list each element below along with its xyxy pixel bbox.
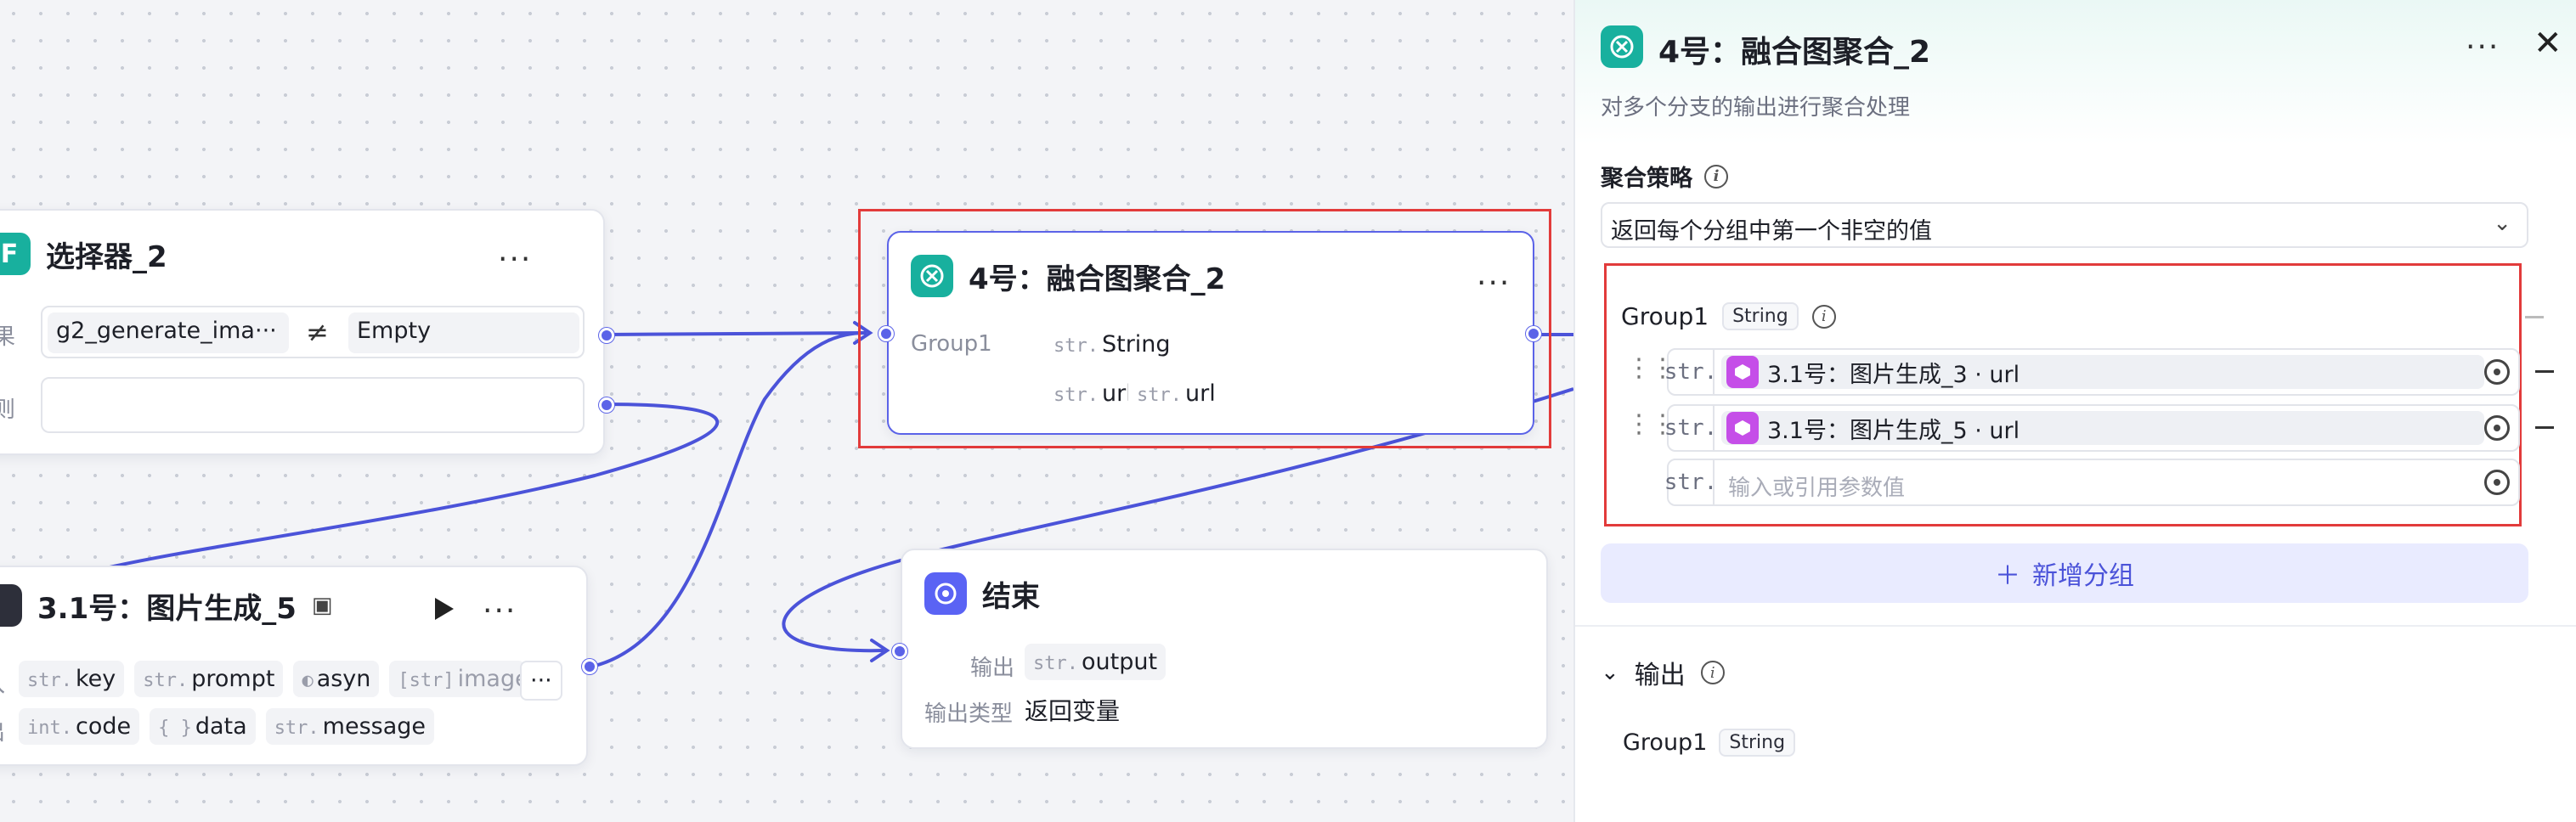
info-icon[interactable]: i — [1700, 661, 1725, 684]
output-chip: { } data — [150, 708, 256, 745]
close-icon[interactable]: ✕ — [2534, 24, 2562, 63]
output-item: Group1 String — [1623, 729, 1796, 757]
chevron-down-icon: ⌄ — [2493, 211, 2511, 236]
image-gen-title: 3.1号：图片生成_5 — [37, 591, 297, 626]
output-type-badge: String — [1719, 729, 1796, 757]
image-gen-outputs-label: 出 — [0, 715, 5, 746]
ref-tag[interactable]: 3.1号：图片生成_5 · url — [1721, 411, 2484, 445]
aggregate-ref-chip: str. url — [1045, 375, 1141, 412]
end-node[interactable]: 结束 输出 str. output 输出类型 返回变量 — [892, 549, 1548, 749]
group-ref-row[interactable]: str. 3.1号：图片生成_5 · url — [1664, 404, 2520, 452]
else-box[interactable] — [41, 377, 585, 433]
variable-picker-icon[interactable] — [2484, 359, 2510, 385]
aggregate-node-icon — [911, 255, 953, 297]
condition-left[interactable]: g2_generate_ima··· — [48, 312, 289, 353]
aggregate-node-title: 4号：融合图聚合_2 — [969, 262, 1226, 296]
group-header: Group1 String i — [1621, 302, 1836, 330]
play-icon[interactable] — [435, 598, 454, 620]
ref-tag[interactable]: 3.1号：图片生成_3 · url — [1721, 355, 2484, 389]
more-icon[interactable]: ··· — [483, 596, 517, 627]
panel-node-icon — [1601, 25, 1643, 68]
plugin-icon: ▣ — [311, 593, 333, 618]
end-type-value: 返回变量 — [1025, 697, 1121, 725]
info-icon[interactable]: i — [1811, 304, 1836, 329]
group-name: Group1 — [1621, 302, 1709, 330]
panel-divider — [1575, 625, 2576, 627]
image-gen-node[interactable]: 3.1号：图片生成_5 ▣ ··· 入 str.key str.prompt ◐… — [0, 566, 597, 766]
image-gen-port-out[interactable] — [582, 659, 597, 674]
input-chip: str. prompt — [134, 661, 284, 697]
info-icon[interactable]: i — [1704, 164, 1728, 189]
image-gen-icon — [0, 584, 22, 627]
end-node-title: 结束 — [982, 579, 1040, 614]
aggregate-port-out[interactable] — [1526, 326, 1541, 341]
aggregate-type-chip: str. String — [1045, 326, 1179, 363]
output-chip: int. code — [19, 708, 140, 745]
end-output-chip: str. output — [1025, 644, 1167, 680]
edge-selector-to-aggregate — [604, 331, 867, 336]
strategy-label-row: 聚合策略 i — [1601, 160, 1728, 193]
image-node-icon — [1726, 356, 1759, 388]
end-node-icon — [924, 572, 967, 615]
more-icon[interactable]: ··· — [498, 245, 532, 275]
input-chip: [str]image_url — [389, 661, 526, 697]
selector-port-else[interactable] — [599, 397, 614, 413]
selector-port-if[interactable] — [599, 328, 614, 343]
edge-image-to-aggregate — [587, 331, 867, 669]
aggregate-port-in[interactable] — [878, 326, 894, 341]
image-gen-inputs-label: 入 — [0, 667, 5, 699]
panel-title[interactable]: 4号：融合图聚合_2 — [1658, 27, 1930, 71]
variable-picker-icon[interactable] — [2484, 470, 2510, 495]
remove-row-icon[interactable] — [2535, 370, 2554, 373]
group-type-badge: String — [1722, 302, 1799, 330]
strategy-select[interactable]: 返回每个分组中第一个非空的值 ⌄ — [1601, 202, 2528, 248]
aggregate-group-label: Group1 — [911, 331, 992, 357]
group-remove-icon[interactable] — [2525, 316, 2544, 318]
end-output-label: 输出 — [970, 656, 1015, 681]
add-group-button[interactable]: ＋ 新增分组 — [1601, 543, 2528, 603]
selector-title: 选择器_2 — [46, 239, 167, 274]
inputs-overflow[interactable]: ··· — [520, 661, 562, 701]
arrow-end — [870, 639, 890, 662]
selector-else-label: 否则 — [0, 397, 16, 423]
aggregate-node[interactable]: 4号：融合图聚合_2 ··· Group1 str. String str. url… — [878, 231, 1541, 435]
new-ref-input[interactable]: str. 输入或引用参数值 — [1664, 459, 2520, 506]
variable-picker-icon[interactable] — [2484, 415, 2510, 441]
selector-icon: F — [0, 233, 31, 275]
more-icon[interactable]: ··· — [1477, 268, 1511, 299]
input-chip: str. key — [19, 661, 125, 697]
workflow-canvas[interactable]: F 选择器_2 ··· 结果 g2_generate_ima··· ≠ Empt… — [0, 0, 1573, 822]
remove-row-icon[interactable] — [2535, 426, 2554, 429]
chevron-down-icon: ⌄ — [1601, 660, 1619, 685]
output-section-header[interactable]: ⌄ 输出 i — [1601, 654, 1725, 691]
panel-subtitle: 对多个分支的输出进行聚合处理 — [1601, 95, 1911, 121]
strategy-label: 聚合策略 — [1601, 166, 1692, 192]
panel-more-icon[interactable]: ··· — [2466, 32, 2500, 63]
condition-right[interactable]: Empty — [348, 312, 579, 353]
image-node-icon — [1726, 412, 1759, 444]
operator-icon[interactable]: ≠ — [306, 316, 329, 348]
plus-icon: ＋ — [1995, 561, 2020, 591]
input-chip: ◐ asyn — [293, 661, 380, 697]
condition-box[interactable]: g2_generate_ima··· ≠ Empty — [41, 306, 585, 358]
selector-node[interactable]: F 选择器_2 ··· 结果 g2_generate_ima··· ≠ Empt… — [0, 209, 614, 455]
end-port-in[interactable] — [892, 644, 907, 659]
image-gen-outputs: int. code { } data str. message — [19, 708, 435, 745]
properties-panel: 4号：融合图聚合_2 ··· ✕ 对多个分支的输出进行聚合处理 聚合策略 i 返… — [1573, 0, 2576, 822]
group-ref-row[interactable]: str. 3.1号：图片生成_3 · url — [1664, 348, 2520, 396]
output-chip: str. message — [265, 708, 435, 745]
image-gen-inputs: str.key str.prompt ◐asyn [str]image_url — [19, 661, 526, 697]
selector-if-label: 结果 — [0, 324, 16, 350]
end-type-label: 输出类型 — [924, 701, 1014, 727]
aggregate-ref-chip: str. url — [1128, 375, 1224, 412]
panel-header-bg — [1575, 0, 2576, 144]
